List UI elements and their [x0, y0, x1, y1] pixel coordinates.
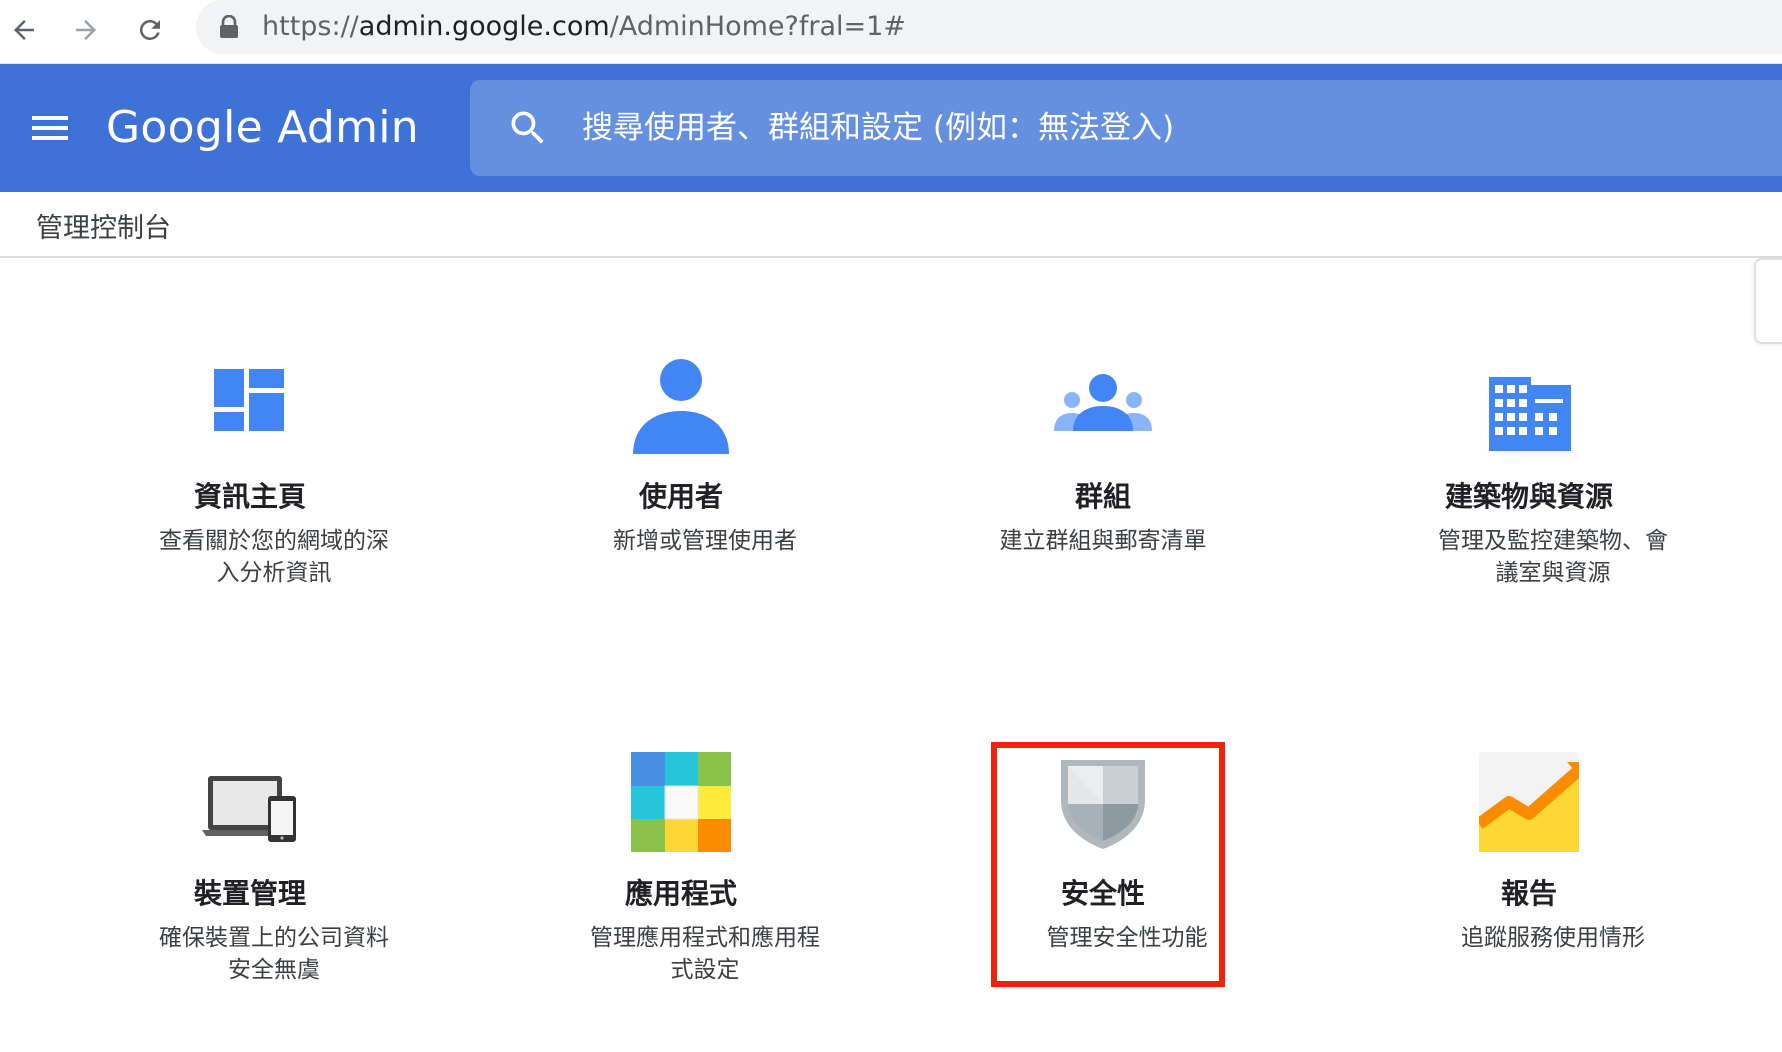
browser-toolbar: https://admin.google.com/AdminHome?fral=… — [0, 0, 1782, 64]
card-description: 管理應用程式和應用程式設定 — [590, 925, 820, 983]
search-bar[interactable] — [470, 80, 1782, 176]
card-apps[interactable]: 應用程式 管理應用程式和應用程式設定 — [469, 752, 893, 1052]
card-description: 追蹤服務使用情形 — [1461, 925, 1645, 951]
arrow-left-icon — [14, 20, 34, 40]
card-buildings[interactable]: 建築物與資源 管理及監控建築物、會議室與資源 — [1317, 355, 1741, 655]
dashboard-icon — [200, 355, 300, 455]
card-security[interactable]: 安全性 管理安全性功能 — [891, 752, 1315, 1052]
card-devices[interactable]: 裝置管理 確保裝置上的公司資料安全無虞 — [38, 752, 462, 1052]
card-title: 群組 — [1074, 480, 1131, 513]
card-title: 資訊主頁 — [193, 480, 306, 513]
reload-button[interactable] — [126, 6, 174, 54]
card-description: 管理安全性功能 — [1046, 925, 1208, 951]
breadcrumb: 管理控制台 — [0, 192, 1782, 258]
card-description: 管理及監控建築物、會議室與資源 — [1438, 528, 1668, 586]
lock-icon — [220, 15, 238, 38]
address-bar[interactable]: https://admin.google.com/AdminHome?fral=… — [196, 0, 1782, 54]
reports-icon — [1479, 752, 1579, 852]
url-text: https://admin.google.com/AdminHome?fral=… — [262, 11, 906, 42]
apps-icon — [631, 752, 731, 852]
search-input[interactable] — [582, 98, 1762, 158]
side-panel-handle[interactable] — [1754, 258, 1782, 344]
devices-icon — [200, 752, 300, 852]
back-button[interactable] — [0, 6, 48, 54]
card-title: 應用程式 — [624, 877, 737, 910]
reload-icon — [139, 19, 160, 40]
card-title: 建築物與資源 — [1444, 480, 1613, 513]
building-icon — [1479, 355, 1579, 455]
arrow-right-icon — [76, 20, 96, 40]
google-admin-logo[interactable]: Google Admin — [106, 102, 419, 154]
card-title: 報告 — [1500, 877, 1557, 910]
card-title: 使用者 — [638, 480, 723, 513]
card-description: 查看關於您的網域的深入分析資訊 — [159, 528, 389, 586]
card-users[interactable]: 使用者 新增或管理使用者 — [469, 355, 893, 655]
breadcrumb-admin-console[interactable]: 管理控制台 — [36, 206, 171, 245]
card-description: 新增或管理使用者 — [613, 528, 797, 554]
card-description: 建立群組與郵寄清單 — [999, 528, 1207, 554]
forward-button[interactable] — [62, 6, 110, 54]
card-title: 安全性 — [1060, 877, 1145, 910]
groups-icon — [1053, 355, 1153, 455]
admin-header: Google Admin — [0, 64, 1782, 192]
card-dashboard[interactable]: 資訊主頁 查看關於您的網域的深入分析資訊 — [38, 355, 462, 655]
card-description: 確保裝置上的公司資料安全無虞 — [159, 925, 389, 983]
hamburger-menu-icon[interactable] — [28, 108, 74, 148]
search-icon — [511, 111, 544, 144]
shield-icon — [1053, 752, 1153, 852]
card-title: 裝置管理 — [193, 877, 306, 910]
card-reports[interactable]: 報告 追蹤服務使用情形 — [1317, 752, 1741, 1052]
user-icon — [631, 355, 731, 455]
card-groups[interactable]: 群組 建立群組與郵寄清單 — [891, 355, 1315, 655]
